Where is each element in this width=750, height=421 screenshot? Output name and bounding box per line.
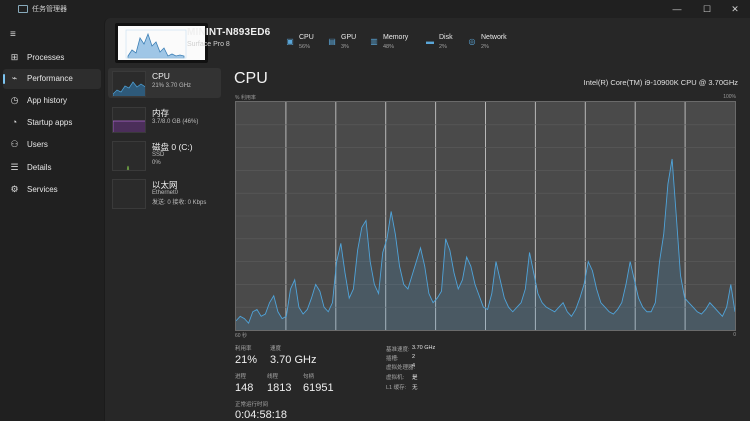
stat-label-handles: 句柄	[303, 374, 315, 380]
mini-graph	[112, 71, 146, 97]
graph-x-span: 60 秒	[235, 333, 247, 339]
stat-label-threads: 线程	[267, 374, 279, 380]
page-title: CPU	[234, 70, 268, 87]
close-button[interactable]: ✕	[728, 2, 742, 16]
device-title: 内存	[152, 108, 170, 118]
nav-item-app-history[interactable]: ◷ App history	[3, 91, 101, 111]
spec-value-l1-cache: 无	[412, 385, 418, 391]
header-bar: MININT-N893ED6 Surface Pro 8 ▣ CPU 56% ▤…	[104, 18, 750, 66]
stat-value-processes: 148	[235, 382, 254, 394]
nav-label: Users	[27, 140, 48, 149]
stat-value-utilization: 21%	[235, 354, 258, 366]
list-icon: ☰	[10, 162, 19, 172]
spec-label-base-speed: 基准速度:	[386, 347, 410, 353]
metric-value: 2%	[439, 44, 447, 50]
task-manager-icon	[18, 5, 28, 13]
graph-y-max: 100%	[723, 94, 736, 100]
nav-item-processes[interactable]: ⊞ Processes	[3, 48, 101, 68]
device-subtitle: SSD	[152, 152, 165, 158]
cpu-chip-icon: ▣	[286, 37, 294, 46]
nav-label: Startup apps	[27, 118, 73, 127]
metric-name: CPU	[299, 34, 314, 41]
device-list: CPU 21% 3.70 GHz 内存 3.7/8.0 GB (46%) 磁盘 …	[104, 66, 222, 421]
users-icon: ⚇	[10, 139, 19, 149]
stat-label-uptime: 正常运行时间	[235, 402, 269, 408]
spec-label-sockets: 插槽:	[386, 356, 399, 362]
title-bar: 任务管理器 — ☐ ✕	[0, 0, 750, 18]
mini-graph	[112, 107, 146, 133]
disk-icon: ▬	[426, 37, 434, 46]
mini-graph	[112, 141, 146, 171]
metric-name: GPU	[341, 34, 357, 41]
gear-icon: ⚙	[10, 184, 19, 194]
spec-label-virtual-processors: 虚拟处理器:	[386, 365, 416, 371]
nav-item-users[interactable]: ⚇ Users	[3, 135, 101, 155]
metric-name: Network	[481, 34, 507, 41]
nav-label: Processes	[27, 53, 65, 62]
cpu-panel: CPU Intel(R) Core(TM) i9-10900K CPU @ 3.…	[222, 66, 750, 421]
nav-label: Performance	[27, 74, 73, 83]
device-subtitle: 3.7/8.0 GB (46%)	[152, 119, 199, 125]
device-subtitle: 发送: 0 接收: 0 Kbps	[152, 200, 207, 206]
stat-value-handles: 61951	[303, 382, 334, 394]
spec-label-l1-cache: L1 缓存:	[386, 385, 407, 391]
spec-value-virtual-processors: 4	[412, 363, 416, 369]
device-item-disk[interactable]: 磁盘 0 (C:) SSD 0%	[108, 138, 221, 171]
cpu-model: Intel(R) Core(TM) i9-10900K CPU @ 3.70GH…	[583, 78, 738, 87]
maximize-button[interactable]: ☐	[700, 2, 714, 16]
device-item-cpu[interactable]: CPU 21% 3.70 GHz	[108, 68, 221, 98]
device-item-ethernet[interactable]: 以太网 Ethernet0 发送: 0 接收: 0 Kbps	[108, 176, 221, 209]
nav-item-details[interactable]: ☰ Details	[3, 158, 101, 178]
spec-label-virtual-machine: 虚拟机:	[386, 375, 405, 381]
device-subtitle: Ethernet0	[152, 190, 179, 196]
device-name: MININT-N893ED6	[187, 27, 271, 38]
globe-icon: ◎	[468, 37, 476, 46]
metric-value: 56%	[299, 44, 311, 50]
nav-label: Details	[27, 163, 52, 172]
nav-item-startup-apps[interactable]: ◔ Startup apps	[3, 113, 101, 133]
nav-item-performance[interactable]: ⌁ Performance	[3, 69, 101, 89]
device-subtitle: 21% 3.70 GHz	[152, 83, 192, 89]
nav-label: Services	[27, 185, 58, 194]
cpu-utilization-graph	[235, 101, 736, 331]
device-title: CPU	[152, 71, 170, 81]
metric-value: 48%	[383, 44, 395, 50]
graph-y-label: % 利用率	[235, 95, 256, 101]
minimize-button[interactable]: —	[670, 2, 684, 16]
stat-value-speed: 3.70 GHz	[270, 354, 317, 366]
spec-value-virtual-machine: 是	[412, 375, 418, 381]
mini-graph	[112, 179, 146, 209]
metric-value: 2%	[481, 44, 489, 50]
grid-icon: ⊞	[10, 52, 19, 62]
device-subtitle: 0%	[152, 160, 161, 166]
speedometer-icon: ◔	[11, 117, 18, 127]
window-title: 任务管理器	[32, 6, 67, 13]
stat-label-utilization: 利用率	[235, 346, 252, 352]
stat-value-threads: 1813	[267, 382, 292, 394]
device-model: Surface Pro 8	[187, 41, 230, 48]
graph-x-min: 0	[733, 332, 736, 338]
spec-value-sockets: 2	[412, 354, 416, 360]
history-icon: ◷	[10, 95, 19, 105]
metric-value: 3%	[341, 44, 349, 50]
stat-label-processes: 进程	[235, 374, 247, 380]
nav-label: App history	[27, 96, 68, 105]
metric-name: Disk	[439, 34, 453, 41]
pulse-icon: ⌁	[11, 73, 18, 83]
sidebar-nav: ≡ ⊞ Processes ⌁ Performance ◷ App histor…	[0, 18, 104, 421]
gpu-icon: ▤	[328, 37, 336, 46]
stat-label-speed: 速度	[270, 346, 282, 352]
memory-icon: ▥	[370, 37, 378, 46]
device-item-memory[interactable]: 内存 3.7/8.0 GB (46%)	[108, 104, 221, 134]
stat-value-uptime: 0:04:58:18	[235, 409, 287, 421]
metric-name: Memory	[383, 34, 409, 41]
nav-item-services[interactable]: ⚙ Services	[3, 180, 101, 200]
cpu-graph-svg	[236, 102, 735, 330]
hamburger-menu-icon[interactable]: ≡	[10, 30, 16, 40]
spec-value-base-speed: 3.70 GHz	[412, 345, 436, 351]
